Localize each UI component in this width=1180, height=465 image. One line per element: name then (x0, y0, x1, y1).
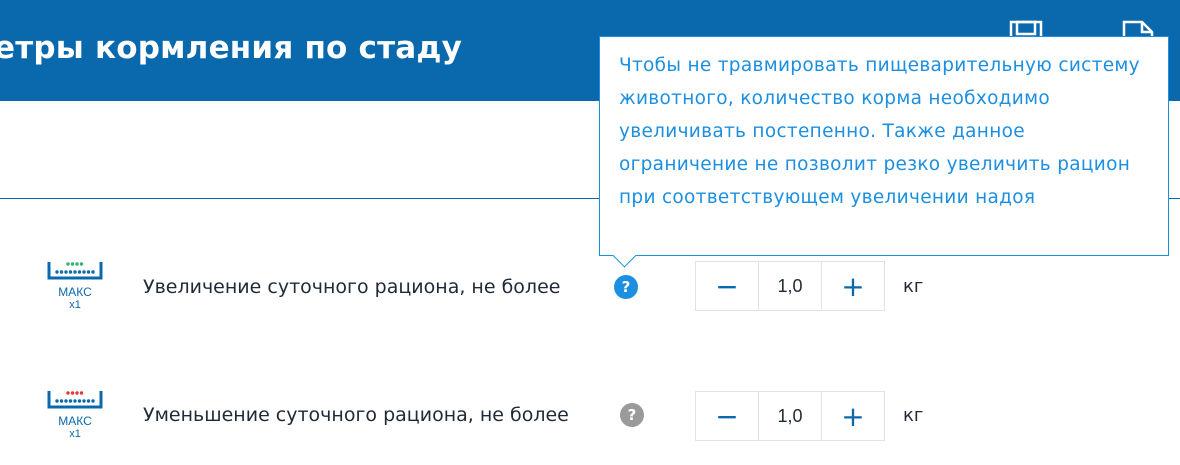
multiplier-label: x1 (69, 299, 81, 311)
unit-label: кг (903, 276, 924, 297)
increment-button[interactable]: + (822, 262, 884, 310)
multiplier-label: x1 (69, 428, 81, 440)
trough-decrease-icon: МАКС x1 (46, 387, 104, 440)
decrement-button[interactable]: − (696, 262, 758, 310)
quantity-value[interactable]: 1,0 (758, 392, 822, 440)
quantity-stepper: − 1,0 + (695, 391, 885, 441)
max-label: МАКС (58, 285, 92, 299)
feed-increase-row: МАКС x1 Увеличение суточного рациона, не… (0, 256, 1180, 316)
help-tooltip: Чтобы не травмировать пищеварительную си… (599, 36, 1169, 256)
quantity-value[interactable]: 1,0 (758, 262, 822, 310)
feed-decrease-row: МАКС x1 Уменьшение суточного рациона, не… (0, 385, 1180, 445)
decrement-button[interactable]: − (696, 392, 758, 440)
unit-label: кг (903, 405, 924, 426)
row-label: Уменьшение суточного рациона, не более (143, 404, 569, 426)
quantity-stepper: − 1,0 + (695, 261, 885, 311)
help-icon[interactable]: ? (614, 275, 638, 299)
page-title: етры кормления по стаду (0, 30, 463, 66)
max-label: МАКС (58, 414, 92, 428)
help-icon[interactable]: ? (620, 403, 644, 427)
tooltip-text: Чтобы не травмировать пищеварительную си… (619, 55, 1140, 208)
row-label: Увеличение суточного рациона, не более (143, 276, 561, 298)
increment-button[interactable]: + (822, 392, 884, 440)
trough-increase-icon: МАКС x1 (46, 258, 104, 311)
